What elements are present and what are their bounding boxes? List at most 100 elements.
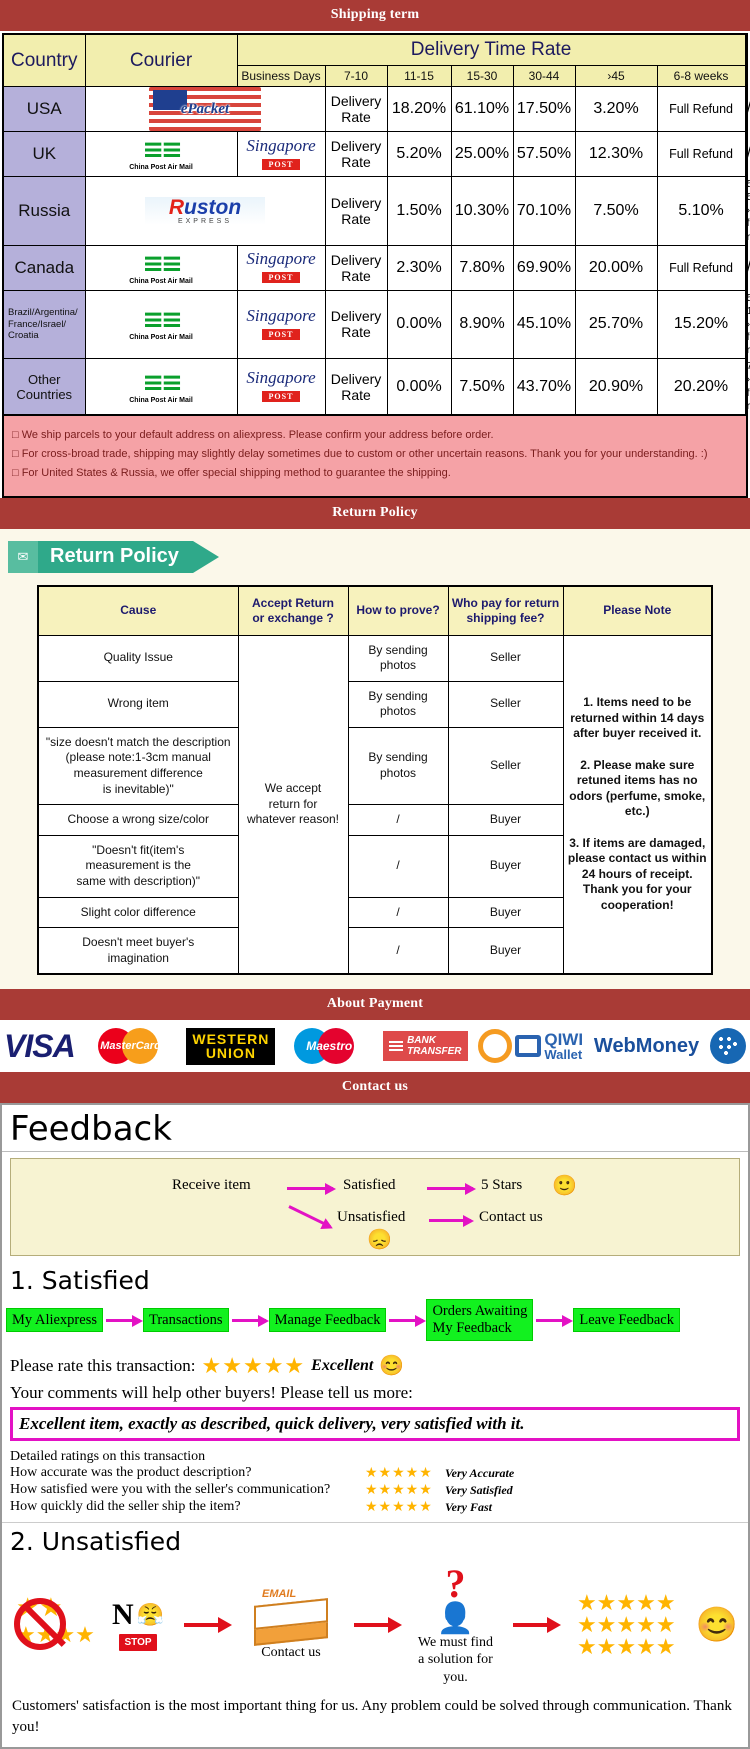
table-row: USA ePacket Delivery Rate 18.20% 61.10% …	[2, 86, 750, 132]
detail-stars[interactable]: ★★★★★	[365, 1465, 445, 1482]
flow-arrow-3	[288, 1205, 332, 1229]
step-arrow-1	[105, 1314, 143, 1327]
cause-cell: Wrong item	[37, 680, 239, 728]
comment-text-box[interactable]: Excellent item, exactly as described, qu…	[10, 1406, 740, 1441]
china-post-label: China Post Air Mail	[129, 334, 193, 342]
rate-note: 7.70% ›8weeks, full refund	[744, 358, 750, 416]
china-post-mark-icon: ≡≡	[142, 305, 183, 336]
rate-value: 70.10%	[512, 176, 576, 246]
courier-cell: Ruston EXPRESS	[84, 176, 326, 246]
step-arrow-4	[536, 1314, 574, 1327]
maestro-logo: Maestro	[286, 1025, 372, 1067]
western-union-line2: UNION	[205, 1045, 256, 1062]
step-leave-feedback[interactable]: Leave Feedback	[573, 1307, 680, 1333]
person-icon: 👤	[436, 1601, 475, 1635]
detail-rating-row: How quickly did the seller ship the item…	[2, 1499, 748, 1516]
col-header-range-2: 15-30	[450, 65, 514, 87]
step-manage-feedback[interactable]: Manage Feedback	[268, 1307, 387, 1333]
shipping-note-2: For United States & Russia, we offer spe…	[12, 464, 738, 483]
rate-value: 25.00%	[450, 131, 514, 177]
rate-value: 20.90%	[574, 358, 658, 416]
courier-cell: ePacket	[84, 86, 326, 132]
how-to-prove-cell: By sending photos	[347, 634, 449, 682]
flow-five-stars: 5 Stars	[481, 1177, 523, 1194]
flow-arrow-2	[427, 1183, 476, 1196]
bank-transfer-logo: BANK TRANSFER	[383, 1025, 468, 1067]
payer-cell: Buyer	[447, 896, 564, 929]
return-policy-tag-label: Return Policy	[38, 540, 193, 573]
visa-logo: VISA	[4, 1025, 76, 1067]
detail-question: How satisfied were you with the seller's…	[10, 1482, 331, 1498]
email-label: EMAIL	[261, 1588, 297, 1601]
webmoney-logo: WebMoney	[594, 1025, 699, 1067]
rate-value: 8.90%	[450, 289, 514, 360]
step-transactions[interactable]: Transactions	[142, 1307, 229, 1333]
rating-stars[interactable]: ★★★★★	[202, 1353, 306, 1379]
china-post-mark-icon: ≡≡	[142, 367, 183, 398]
rate-value: 3.20%	[574, 86, 658, 132]
china-post-label: China Post Air Mail	[129, 396, 193, 404]
courier-cell: ≡≡ China Post Air Mail	[84, 358, 238, 416]
no-label: N	[111, 1597, 134, 1631]
no-stars-icon: ★★ ★★★★	[12, 1590, 95, 1660]
payer-cell: Seller	[447, 680, 564, 728]
country-cell: Brazil/Argentina/ France/Israel/ Croatia	[2, 289, 86, 360]
feedback-section: Feedback Receive item Satisfied 5 Stars …	[0, 1103, 750, 1749]
ruston-express-label: EXPRESS	[177, 217, 233, 225]
western-union-line1: WESTERN	[192, 1030, 270, 1047]
rate-label: Please rate this transaction:	[10, 1355, 196, 1375]
payer-cell: Seller	[447, 634, 564, 682]
flow-satisfied: Satisfied	[343, 1177, 396, 1194]
no-stars-block: ★★ ★★★★	[12, 1590, 95, 1660]
table-row: Other Countries ≡≡ China Post Air Mail S…	[2, 358, 750, 416]
singapore-label: Singapore	[246, 249, 316, 269]
epacket-label: ePacket	[180, 100, 230, 117]
unsat-arrow-3	[512, 1617, 561, 1633]
col-header-country: Country	[2, 33, 86, 87]
rate-value: 57.50%	[512, 131, 576, 177]
qiwi-line2: Wallet	[544, 1047, 583, 1063]
step-orders-awaiting[interactable]: Orders Awaiting My Feedback	[426, 1299, 534, 1341]
smiley-icon: 😊	[379, 1355, 405, 1378]
table-row: UK ≡≡ China Post Air Mail Singapore POST	[2, 131, 750, 177]
step-my-aliexpress[interactable]: My Aliexpress	[6, 1307, 103, 1333]
maestro-label: Maestro	[306, 1039, 353, 1054]
singapore-label: Singapore	[246, 368, 316, 387]
rate-value: 7.80%	[450, 244, 514, 291]
rate-value: 0.00%	[386, 358, 452, 416]
detail-stars[interactable]: ★★★★★	[365, 1499, 445, 1516]
delivery-rate-label: Delivery Rate	[324, 176, 388, 246]
china-post-air-mail-logo: ≡≡ China Post Air Mail	[88, 367, 235, 407]
col-header-who-pays: Who pay for return shipping fee?	[447, 585, 564, 636]
email-block: EMAIL Contact us	[248, 1588, 334, 1662]
webmoney-label: WebMoney	[593, 1034, 700, 1057]
wallet-icon	[515, 1035, 542, 1058]
mail-icon: ✉	[8, 540, 38, 573]
detail-stars[interactable]: ★★★★★	[365, 1482, 445, 1499]
singapore-post-badge: POST	[261, 328, 301, 340]
country-cell: USA	[2, 86, 86, 132]
detailed-ratings-heading: Detailed ratings on this transaction	[10, 1448, 206, 1464]
unsat-arrow-1	[184, 1617, 233, 1633]
angry-face-icon: 😤	[136, 1601, 165, 1627]
contact-us-caption: Contact us	[261, 1645, 321, 1661]
big-smiley-icon: 😊	[695, 1606, 738, 1644]
contact-us-banner: Contact us	[0, 1072, 750, 1104]
unsatisfied-flow: ★★ ★★★★ N 😤 STOP EMAIL Contact us ? 👤 We…	[2, 1558, 748, 1691]
how-to-prove-cell: By sending photos	[347, 726, 449, 806]
how-to-prove-cell: By sending photos	[347, 680, 449, 728]
step-arrow-3	[389, 1314, 427, 1327]
table-row: Russia Ruston EXPRESS Delivery Rate 1.50…	[2, 176, 750, 246]
bank-transfer-line1: BANK	[407, 1035, 436, 1047]
satisfied-steps: My Aliexpress Transactions Manage Feedba…	[2, 1297, 748, 1346]
unsatisfied-heading: 2. Unsatisfied	[2, 1521, 748, 1558]
delivery-rate-label: Delivery Rate	[324, 358, 388, 416]
rate-value: Full Refund	[656, 131, 746, 177]
courier-cell-2: Singapore POST	[236, 244, 326, 291]
rate-value: 2.30%	[386, 244, 452, 291]
shipping-notes: We ship parcels to your default address …	[2, 415, 748, 498]
bank-transfer-line2: TRANSFER	[407, 1046, 462, 1058]
step-arrow-2	[231, 1314, 269, 1327]
rate-value: 20.20%	[656, 358, 746, 416]
detail-rating-row: How accurate was the product description…	[2, 1465, 748, 1482]
